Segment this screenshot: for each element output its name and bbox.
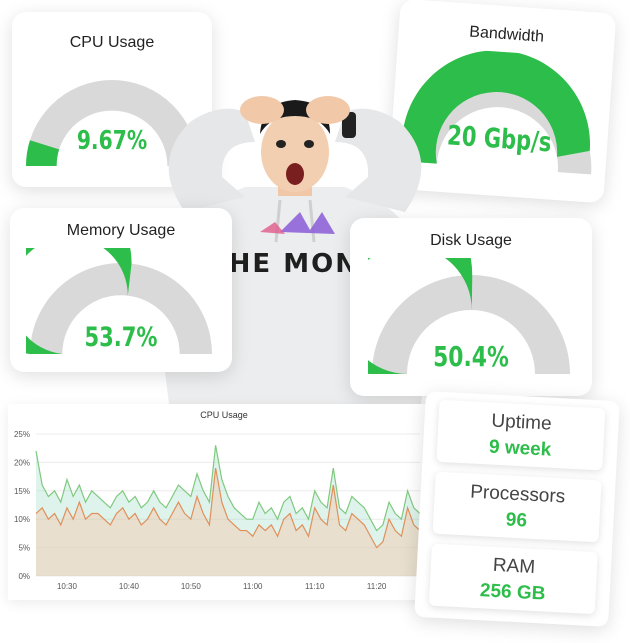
disk-usage-card: Disk Usage 50.4% bbox=[350, 218, 592, 396]
y-tick-label: 5% bbox=[18, 544, 30, 553]
disk-usage-value: 50.4% bbox=[433, 340, 509, 373]
x-tick-label: 10:50 bbox=[181, 582, 202, 591]
y-tick-label: 25% bbox=[14, 430, 30, 439]
cpu-usage-title: CPU Usage bbox=[69, 34, 155, 51]
y-tick-label: 10% bbox=[14, 515, 30, 524]
uptime-box: Uptime 9 week bbox=[436, 399, 606, 471]
x-tick-label: 11:10 bbox=[305, 582, 325, 591]
processors-label: Processors bbox=[469, 481, 566, 508]
uptime-label: Uptime bbox=[490, 410, 553, 435]
disk-usage-title: Disk Usage bbox=[430, 232, 512, 249]
x-tick-label: 10:30 bbox=[57, 582, 78, 591]
cpu-usage-chart-panel: CPU Usage 0% 5% 10% 15% 20% 25% 10:30 10:40 10:5… bbox=[8, 404, 440, 600]
y-tick-label: 20% bbox=[14, 458, 30, 467]
stats-card: Uptime 9 week Processors 96 RAM 256 GB bbox=[414, 391, 620, 627]
y-tick-label: 0% bbox=[18, 572, 30, 581]
ram-box: RAM 256 GB bbox=[428, 543, 598, 615]
cpu-usage-chart: 0% 5% 10% 15% 20% 25% 10:30 10:40 10:50 11:00 11:1… bbox=[14, 430, 421, 591]
ram-value: 256 GB bbox=[479, 580, 546, 605]
y-tick-label: 15% bbox=[14, 487, 30, 496]
x-tick-label: 10:40 bbox=[119, 582, 140, 591]
left-arm bbox=[168, 108, 255, 212]
x-tick-label: 11:20 bbox=[367, 582, 387, 591]
memory-usage-card: Memory Usage 53.7% bbox=[10, 208, 232, 372]
ram-label: RAM bbox=[492, 554, 536, 579]
processors-box: Processors 96 bbox=[432, 471, 602, 543]
memory-usage-value: 53.7% bbox=[84, 322, 158, 353]
x-tick-label: 11:00 bbox=[243, 582, 263, 591]
mouth bbox=[286, 163, 304, 185]
processors-value: 96 bbox=[505, 509, 528, 532]
uptime-value: 9 week bbox=[488, 436, 552, 461]
memory-usage-title: Memory Usage bbox=[66, 222, 176, 239]
